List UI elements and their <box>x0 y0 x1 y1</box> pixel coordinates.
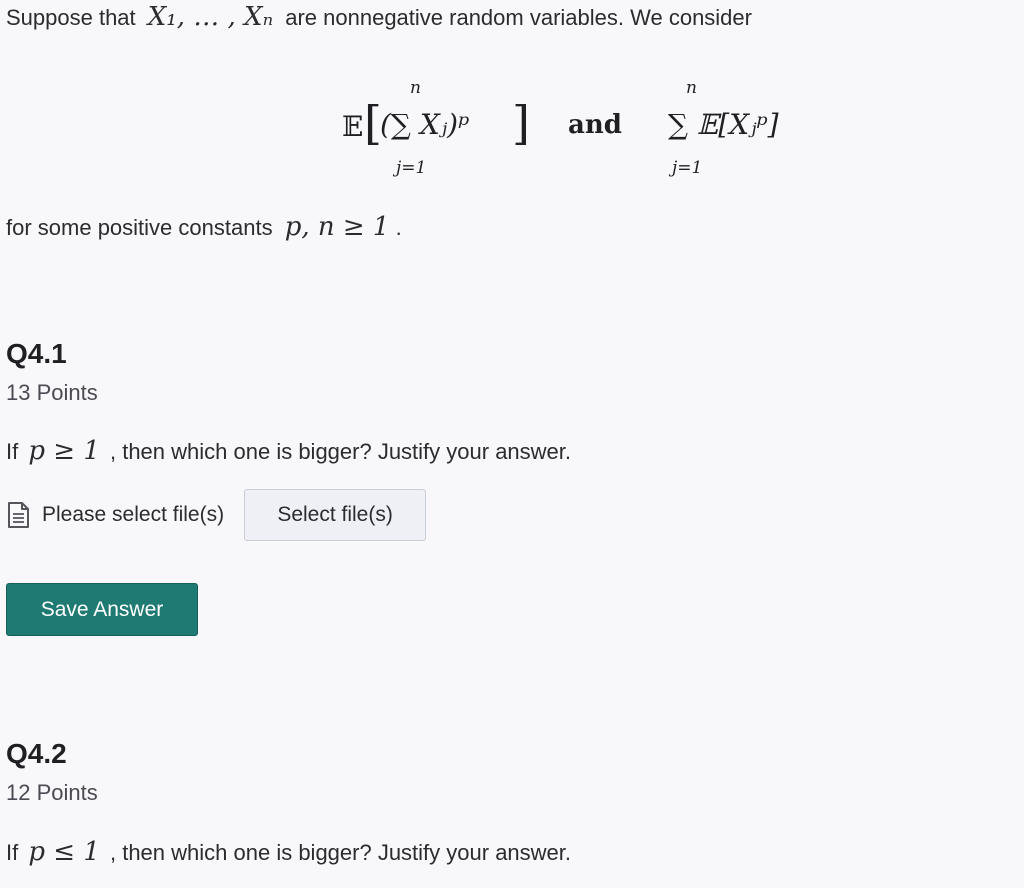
select-files-button[interactable]: Select file(s) <box>244 489 427 541</box>
prompt-math: p ≥ 1 <box>28 436 100 466</box>
sum-lower-limit-left: j=1 <box>396 158 427 178</box>
file-upload-label: Please select file(s) <box>42 503 225 526</box>
prompt-math: p ≤ 1 <box>28 837 100 867</box>
question-prompt-q4-2: If p ≤ 1 , then which one is bigger? Jus… <box>6 839 571 865</box>
constants-end: . <box>395 215 402 240</box>
intro-text-before: Suppose that <box>6 5 136 30</box>
intro-math-vars: X₁, … , Xₙ <box>147 2 274 32</box>
document-icon <box>6 501 32 529</box>
prompt-after: , then which one is bigger? Justify your… <box>109 840 572 865</box>
question-title-q4-2: Q4.2 <box>6 738 67 769</box>
sum-lower-limit-right: j=1 <box>672 158 703 178</box>
question-points-q4-1: 13 Points <box>6 380 98 405</box>
display-equation: 𝔼 [ n (∑ Xⱼ)ᵖ j=1 ] and n ∑ 𝔼[Xⱼᵖ] j=1 <box>340 78 820 183</box>
intro-text-after: are nonnegative random variables. We con… <box>285 5 752 30</box>
constants-math: p, n ≥ 1 <box>284 212 390 242</box>
left-bracket-close: ] <box>512 96 530 150</box>
right-inner-expression: ∑ 𝔼[Xⱼᵖ] <box>668 108 779 141</box>
expectation-symbol-left: 𝔼 <box>342 110 364 143</box>
question-title-q4-1: Q4.1 <box>6 338 67 369</box>
prompt-before: If <box>6 840 19 865</box>
intro-sentence: Suppose that X₁, … , Xₙ are nonnegative … <box>6 4 752 30</box>
question-points-q4-2: 12 Points <box>6 780 98 805</box>
sum-upper-limit-left: n <box>410 78 421 98</box>
prompt-after: , then which one is bigger? Justify your… <box>109 439 572 464</box>
save-answer-button[interactable]: Save Answer <box>6 583 198 636</box>
file-upload-row: Please select file(s) Select file(s) <box>6 488 427 542</box>
question-prompt-q4-1: If p ≥ 1 , then which one is bigger? Jus… <box>6 438 571 464</box>
constants-sentence: for some positive constants p, n ≥ 1 . <box>6 214 402 240</box>
question-page: Suppose that X₁, … , Xₙ are nonnegative … <box>0 0 1024 888</box>
sum-upper-limit-right: n <box>686 78 697 98</box>
conjunction-and: and <box>568 110 622 140</box>
prompt-before: If <box>6 439 19 464</box>
constants-text: for some positive constants <box>6 215 273 240</box>
left-inner-expression: (∑ Xⱼ)ᵖ <box>380 108 470 141</box>
